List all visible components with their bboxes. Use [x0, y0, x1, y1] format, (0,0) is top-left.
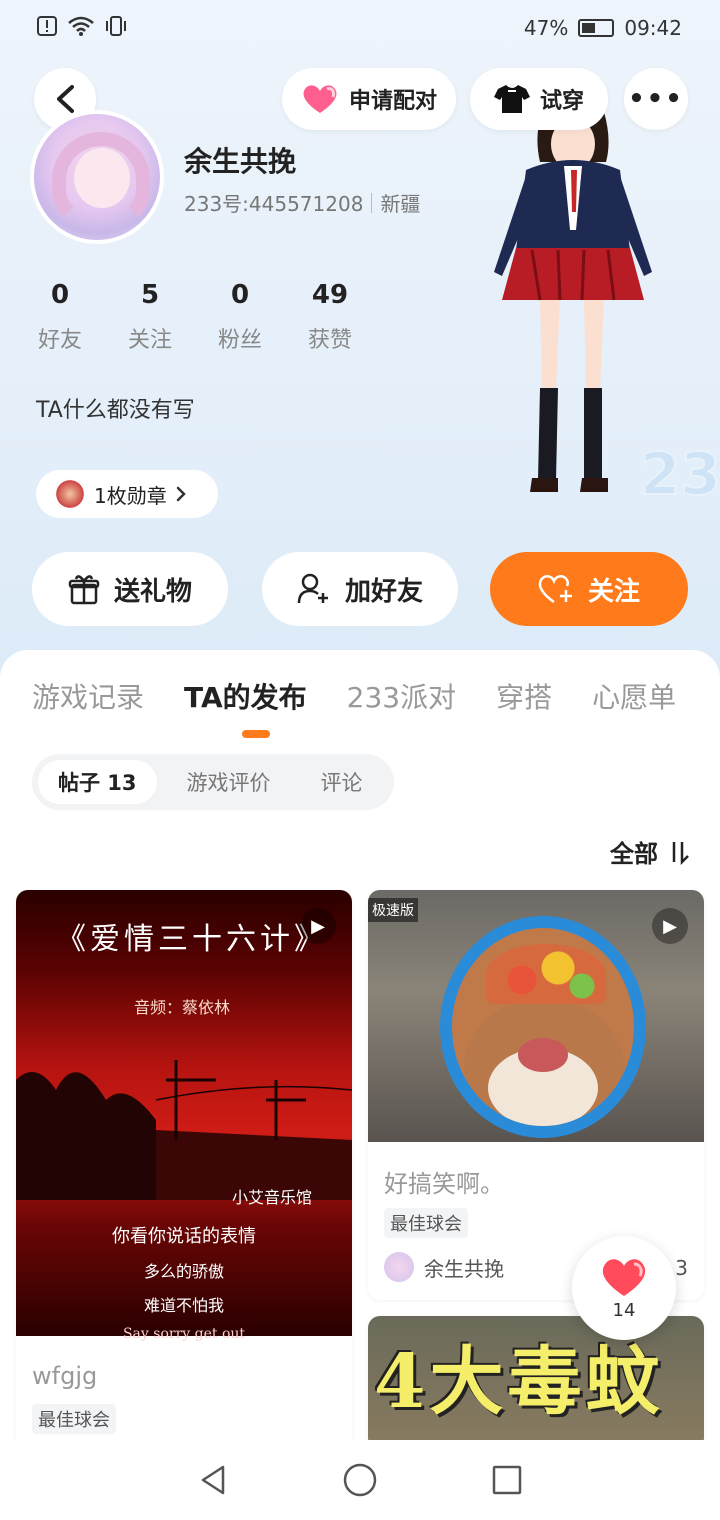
tab-game-records[interactable]: 游戏记录: [32, 676, 144, 716]
shirt-icon: [493, 85, 530, 113]
wifi-icon: [68, 16, 94, 41]
user-id-row: 233号:445571208 新疆: [184, 188, 420, 217]
try-on-button[interactable]: 试穿: [470, 68, 608, 130]
thumbnail-lyric: 你看你说话的表情: [112, 1226, 256, 1247]
stat-value: 0: [230, 280, 250, 310]
thumbnail-brand: 小艾音乐馆: [232, 1188, 313, 1207]
medal-icon: [54, 478, 86, 510]
thumbnail-subtitle: 音频：蔡依林: [134, 998, 231, 1017]
like-count: 14: [612, 1299, 636, 1321]
vibrate-icon: [104, 15, 128, 42]
back-triangle-icon[interactable]: [197, 1464, 229, 1496]
author-name: 余生共挽: [424, 1256, 504, 1281]
alert-icon: [36, 15, 58, 42]
home-circle-icon[interactable]: [342, 1462, 378, 1498]
play-icon: ▶: [652, 908, 688, 944]
heart-icon: [303, 85, 337, 113]
stat-following[interactable]: 5 关注: [120, 280, 180, 354]
active-tab-indicator: [242, 730, 270, 738]
thumbnail-lyric: Say sorry get out: [122, 1326, 246, 1342]
post-like-count: 3: [675, 1256, 688, 1280]
subtab-comments[interactable]: 评论: [301, 760, 383, 804]
author-avatar: [384, 1252, 414, 1282]
post-thumbnail: 极速版 ▶: [368, 890, 704, 1142]
add-friend-button[interactable]: 加好友: [262, 552, 458, 626]
silhouette-image: [16, 1060, 352, 1200]
thumbnail-lyric: 难道不怕我: [143, 1296, 224, 1315]
svg-text:233: 233: [640, 440, 720, 508]
profile-tabs: 游戏记录 TA的发布 233派对 穿搭 心愿单: [32, 676, 676, 716]
battery-percent: 47%: [523, 16, 569, 40]
apply-match-button[interactable]: 申请配对: [282, 68, 456, 130]
chevron-left-icon: [57, 85, 74, 113]
thumbnail-title: 《爱情三十六计》: [56, 922, 328, 957]
sort-button[interactable]: 全部: [610, 834, 692, 869]
chevron-right-icon: [176, 486, 186, 502]
thumbnail-corner-text: 极速版: [368, 898, 418, 922]
subtab-posts[interactable]: 帖子 13: [38, 760, 157, 804]
stat-label: 好友: [37, 328, 82, 353]
follow-button[interactable]: 关注: [490, 552, 688, 626]
post-card[interactable]: 《爱情三十六计》 音频：蔡依林 小艾音乐馆 你看你说话的表情 多么的骄傲 难道不…: [16, 890, 352, 1450]
floating-like-button[interactable]: 14: [572, 1236, 676, 1340]
gift-icon: [68, 575, 100, 605]
heart-icon: [602, 1258, 646, 1296]
post-tag[interactable]: 最佳球会: [384, 1208, 468, 1238]
avatar[interactable]: [30, 110, 164, 244]
divider: [371, 192, 373, 213]
post-card[interactable]: 4大毒蚊: [368, 1316, 704, 1450]
stat-label: 关注: [127, 328, 172, 353]
system-nav-bar: [0, 1440, 720, 1520]
stat-label: 粉丝: [217, 328, 262, 353]
username: 余生共挽: [184, 145, 297, 178]
send-gift-label: 送礼物: [113, 576, 192, 607]
add-friend-label: 加好友: [344, 576, 423, 607]
send-gift-button[interactable]: 送礼物: [32, 552, 228, 626]
more-icon: •••: [628, 84, 684, 114]
tab-233-party[interactable]: 233派对: [347, 676, 456, 716]
play-icon: ▶: [300, 908, 336, 944]
tab-wishlist[interactable]: 心愿单: [592, 676, 676, 716]
region: 新疆: [380, 192, 421, 216]
clock: 09:42: [624, 16, 682, 40]
cartoon-bear-image: [440, 916, 646, 1138]
post-type-filter: 帖子 13 游戏评价 评论: [32, 754, 394, 810]
stat-value: 5: [140, 280, 160, 310]
stat-label: 获赞: [307, 328, 352, 353]
profile-stats: 0 好友 5 关注 0 粉丝 49 获赞: [30, 280, 360, 354]
stat-value: 0: [50, 280, 70, 310]
apply-match-label: 申请配对: [348, 89, 437, 114]
status-bar: 47% 09:42: [0, 0, 720, 56]
recents-square-icon[interactable]: [491, 1464, 523, 1496]
badges-button[interactable]: 1枚勋章: [36, 470, 218, 518]
post-author[interactable]: 余生共挽: [384, 1252, 504, 1282]
stat-friends[interactable]: 0 好友: [30, 280, 90, 354]
233-watermark-logo: 233: [640, 439, 720, 509]
post-thumbnail: 《爱情三十六计》 音频：蔡依林 小艾音乐馆 你看你说话的表情 多么的骄傲 难道不…: [16, 890, 352, 1342]
tab-outfits[interactable]: 穿搭: [496, 676, 552, 716]
post-card[interactable]: 极速版 ▶ 好搞笑啊。 最佳球会 余生共挽 3: [368, 890, 704, 1300]
battery-icon: [578, 19, 615, 37]
user-id[interactable]: 233号:445571208: [184, 188, 363, 217]
post-tag[interactable]: 最佳球会: [32, 1404, 116, 1434]
subtab-game-reviews[interactable]: 游戏评价: [167, 760, 291, 804]
sort-icon: [672, 841, 689, 865]
stat-value: 49: [311, 280, 349, 310]
sort-label: 全部: [610, 840, 658, 868]
post-title: 好搞笑啊。: [384, 1170, 504, 1198]
follow-label: 关注: [587, 576, 640, 607]
thumbnail-lyric: 多么的骄傲: [143, 1262, 224, 1281]
add-user-icon: [297, 573, 328, 604]
badges-label: 1枚勋章: [94, 483, 167, 508]
heart-plus-icon: [538, 575, 572, 604]
post-thumbnail: 4大毒蚊: [368, 1316, 704, 1450]
more-options-button[interactable]: •••: [624, 68, 688, 130]
tab-posts[interactable]: TA的发布: [184, 676, 307, 716]
post-title: wfgjg: [32, 1362, 98, 1390]
bio-text: TA什么都没有写: [36, 398, 195, 423]
try-on-label: 试穿: [539, 89, 584, 114]
stat-followers[interactable]: 0 粉丝: [210, 280, 270, 354]
stat-likes[interactable]: 49 获赞: [300, 280, 360, 354]
